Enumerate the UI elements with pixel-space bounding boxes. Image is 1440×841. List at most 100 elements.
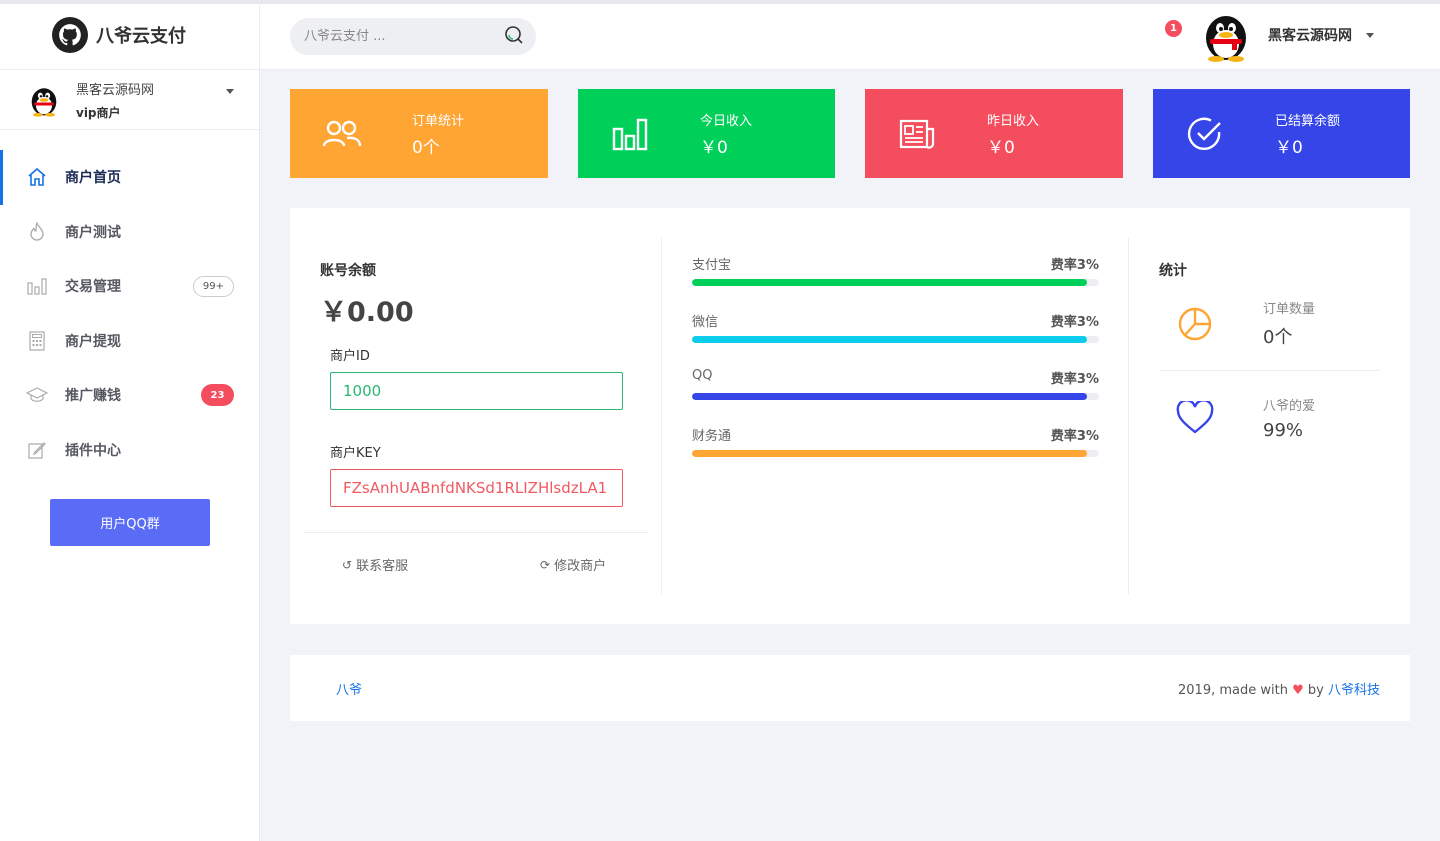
divider bbox=[304, 532, 648, 533]
footer-by: by bbox=[1307, 682, 1324, 698]
channel-rate: 费率3% bbox=[1050, 372, 1099, 387]
account-title: 账号余额 bbox=[320, 263, 376, 279]
graduation-cap-icon bbox=[26, 384, 48, 406]
count-badge: 23 bbox=[201, 384, 234, 407]
progress-fill bbox=[692, 393, 1087, 400]
sidebar: 黑客云源码网 vip商户 商户首页 商户测试 交易管理 99+ 商户提现 推广赚… bbox=[0, 70, 260, 841]
github-logo-icon bbox=[52, 17, 88, 53]
edit-merchant-label: 修改商户 bbox=[554, 559, 607, 574]
check-circle-icon bbox=[1185, 114, 1225, 154]
search-bar[interactable] bbox=[290, 18, 536, 55]
channel-tenpay: 财务通 费率3% bbox=[692, 425, 1099, 457]
chevron-down-icon[interactable] bbox=[1366, 32, 1374, 38]
notification-badge[interactable]: 1 bbox=[1165, 20, 1182, 37]
footer-home-link[interactable]: 八爷 bbox=[336, 679, 362, 698]
sidebar-item-test[interactable]: 商户测试 bbox=[0, 205, 259, 260]
qq-group-button[interactable]: 用户QQ群 bbox=[50, 499, 210, 546]
progress-track bbox=[692, 450, 1099, 457]
footer-brand-link[interactable]: 八爷科技 bbox=[1328, 683, 1380, 698]
footer: 八爷 2019, made with ♥ by 八爷科技 bbox=[290, 655, 1410, 721]
channel-qq: QQ 费率3% bbox=[692, 368, 1099, 400]
sidebar-item-label: 推广赚钱 bbox=[65, 388, 121, 405]
progress-fill bbox=[692, 450, 1087, 457]
channel-name: QQ bbox=[692, 368, 713, 383]
calculator-icon bbox=[26, 330, 48, 352]
progress-fill bbox=[692, 279, 1087, 286]
sidebar-item-label: 插件中心 bbox=[65, 442, 121, 459]
sidebar-item-label: 交易管理 bbox=[65, 279, 121, 296]
summary-orders: 订单数量 0个 bbox=[1159, 298, 1380, 349]
sidebar-item-promotion[interactable]: 推广赚钱 23 bbox=[0, 368, 259, 423]
sidebar-item-transactions[interactable]: 交易管理 99+ bbox=[0, 259, 259, 314]
sidebar-item-withdraw[interactable]: 商户提现 bbox=[0, 314, 259, 369]
qq-penguin-avatar-icon bbox=[1206, 16, 1246, 62]
contact-support-link[interactable]: ↺ 联系客服 bbox=[342, 555, 409, 575]
channel-name: 财务通 bbox=[692, 429, 732, 444]
summary-label: 八爷的爱 bbox=[1263, 399, 1316, 414]
stat-title: 昨日收入 bbox=[987, 113, 1040, 129]
sidebar-item-home[interactable]: 商户首页 bbox=[0, 150, 259, 205]
sidebar-nav: 商户首页 商户测试 交易管理 99+ 商户提现 推广赚钱 23 插件中心 bbox=[0, 150, 259, 477]
summary-column: 统计 订单数量 0个 八爷的爱 99% bbox=[1129, 238, 1410, 594]
channel-wechat: 微信 费率3% bbox=[692, 311, 1099, 343]
channel-name: 支付宝 bbox=[692, 258, 732, 273]
account-panel: 账号余额 ￥0.00 商户ID 1000 商户KEY FZsAnhUABnfdN… bbox=[290, 208, 1410, 624]
channel-rate: 费率3% bbox=[1050, 315, 1099, 330]
divider bbox=[1159, 370, 1380, 371]
sidebar-user-role: vip商户 bbox=[76, 105, 121, 120]
footer-credits: 2019, made with ♥ by 八爷科技 bbox=[1178, 679, 1380, 698]
merchant-key-field[interactable]: FZsAnhUABnfdNKSd1RLIZHlsdzLA1 bbox=[330, 469, 623, 507]
edit-icon bbox=[26, 439, 48, 461]
sidebar-item-label: 商户首页 bbox=[65, 170, 121, 187]
sidebar-user-info: 黑客云源码网 vip商户 bbox=[76, 79, 154, 121]
channel-rates-column: 支付宝 费率3% 微信 费率3% QQ 费率3% 财务通 费率3% bbox=[662, 238, 1129, 594]
top-user-menu[interactable]: 黑客云源码网 bbox=[1200, 8, 1374, 62]
channel-alipay: 支付宝 费率3% bbox=[692, 254, 1099, 286]
brand[interactable]: 八爷云支付 bbox=[0, 0, 260, 70]
summary-love: 八爷的爱 99% bbox=[1159, 395, 1380, 441]
heart-icon: ♥ bbox=[1292, 682, 1304, 698]
sidebar-item-plugins[interactable]: 插件中心 bbox=[0, 423, 259, 478]
account-balance: ￥0.00 bbox=[320, 297, 414, 328]
top-header: 八爷云支付 1 黑客云源码网 bbox=[0, 0, 1440, 70]
flame-icon bbox=[26, 221, 48, 243]
sidebar-user[interactable]: 黑客云源码网 vip商户 bbox=[0, 70, 259, 130]
stat-title: 订单统计 bbox=[412, 113, 465, 129]
stat-card-orders: 订单统计 0个 bbox=[290, 89, 548, 178]
summary-value: 99% bbox=[1263, 420, 1304, 441]
sidebar-item-label: 商户测试 bbox=[65, 224, 121, 241]
sidebar-user-name: 黑客云源码网 bbox=[76, 82, 155, 98]
progress-fill bbox=[692, 336, 1087, 343]
search-icon[interactable] bbox=[504, 25, 524, 49]
chevron-down-icon[interactable] bbox=[226, 89, 234, 94]
brand-title: 八爷云支付 bbox=[96, 26, 186, 47]
progress-track bbox=[692, 336, 1099, 343]
pie-chart-icon bbox=[1175, 304, 1215, 344]
stat-card-settled-balance: 已结算余额 ￥0 bbox=[1153, 89, 1410, 178]
channel-rate: 费率3% bbox=[1050, 258, 1099, 273]
merchant-id-label: 商户ID bbox=[330, 349, 370, 364]
history-icon: ↺ bbox=[342, 557, 353, 572]
sidebar-item-label: 商户提现 bbox=[65, 333, 121, 350]
channel-name: 微信 bbox=[692, 315, 719, 330]
bar-chart-icon bbox=[610, 114, 650, 154]
channel-rate: 费率3% bbox=[1050, 429, 1099, 444]
qq-penguin-avatar-icon bbox=[31, 87, 57, 117]
stat-card-today-income: 今日收入 ￥0 bbox=[578, 89, 835, 178]
stat-title: 今日收入 bbox=[700, 113, 753, 129]
stat-title: 已结算余额 bbox=[1275, 113, 1341, 129]
merchant-key-label: 商户KEY bbox=[330, 446, 381, 461]
users-icon bbox=[322, 114, 362, 154]
stat-value: 0个 bbox=[412, 137, 440, 158]
stat-card-yesterday-income: 昨日收入 ￥0 bbox=[865, 89, 1123, 178]
search-input[interactable] bbox=[304, 29, 494, 44]
newspaper-icon bbox=[897, 114, 937, 154]
contact-support-label: 联系客服 bbox=[356, 559, 409, 574]
progress-track bbox=[692, 279, 1099, 286]
edit-merchant-link[interactable]: ⟳ 修改商户 bbox=[540, 555, 607, 575]
merchant-id-field[interactable]: 1000 bbox=[330, 372, 623, 410]
home-icon bbox=[26, 166, 48, 188]
heart-icon bbox=[1175, 398, 1215, 438]
stat-value: ￥0 bbox=[1275, 137, 1303, 158]
progress-track bbox=[692, 393, 1099, 400]
